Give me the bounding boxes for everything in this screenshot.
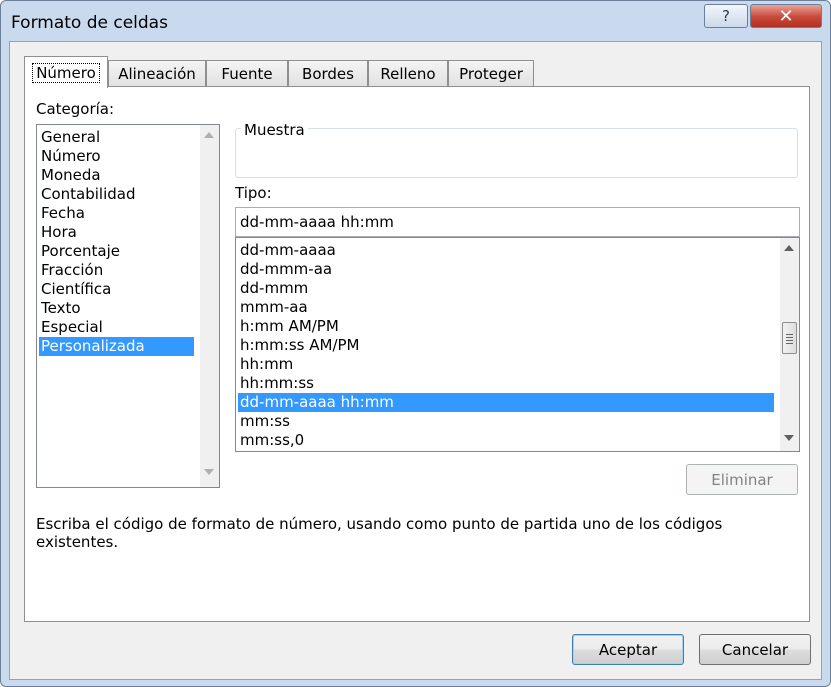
category-item[interactable]: Porcentaje: [41, 242, 120, 261]
category-label: Categoría:: [36, 100, 115, 118]
type-item[interactable]: mmm-aa: [240, 298, 308, 317]
category-item[interactable]: Texto: [41, 299, 81, 318]
type-listbox[interactable]: dd-mm-aaaa dd-mmm-aa dd-mmm mmm-aa h:mm …: [235, 237, 800, 452]
ok-button[interactable]: Aceptar: [572, 634, 684, 665]
tab-proteger[interactable]: Proteger: [448, 60, 534, 87]
tab-relleno[interactable]: Relleno: [368, 60, 448, 87]
scrollbar-thumb[interactable]: [782, 322, 797, 354]
format-cells-dialog: Formato de celdas ? ✕ Número Alineación …: [0, 0, 831, 687]
scroll-down-icon[interactable]: [784, 435, 794, 441]
close-button[interactable]: ✕: [750, 4, 822, 28]
category-item[interactable]: Contabilidad: [41, 185, 136, 204]
tab-label: Alineación: [118, 65, 196, 83]
tab-label: Relleno: [380, 65, 436, 83]
tab-label: Proteger: [459, 65, 523, 83]
type-item[interactable]: hh:mm:ss: [240, 374, 314, 393]
type-item[interactable]: mm:ss,0: [240, 431, 304, 450]
category-item[interactable]: Hora: [41, 223, 77, 242]
category-item-selected[interactable]: Personalizada: [39, 337, 194, 356]
category-listbox[interactable]: General Número Moneda Contabilidad Fecha…: [36, 124, 220, 488]
type-item[interactable]: mm:ss: [240, 412, 290, 431]
tab-label: Número: [32, 62, 100, 83]
tab-fuente[interactable]: Fuente: [206, 60, 288, 87]
tab-alineacion[interactable]: Alineación: [108, 60, 206, 87]
type-input[interactable]: dd-mm-aaaa hh:mm: [235, 207, 800, 237]
scroll-down-icon[interactable]: [204, 469, 214, 475]
thumb-grip-line: [786, 337, 793, 338]
category-item[interactable]: Moneda: [41, 166, 101, 185]
type-item[interactable]: dd-mmm: [240, 279, 308, 298]
tab-label: Fuente: [221, 65, 273, 83]
tab-panel-numero: Categoría: General Número Moneda Contabi…: [24, 86, 810, 622]
type-item[interactable]: dd-mmm-aa: [240, 260, 332, 279]
thumb-grip-line: [786, 334, 793, 335]
help-icon: ?: [722, 7, 730, 25]
scroll-up-icon[interactable]: [784, 245, 794, 251]
dialog-client-area: Número Alineación Fuente Bordes Relleno …: [9, 41, 822, 680]
category-item[interactable]: Científica: [41, 280, 111, 299]
close-icon: ✕: [778, 5, 794, 27]
tab-bordes[interactable]: Bordes: [288, 60, 368, 87]
sample-groupbox: [235, 128, 798, 178]
sample-label: Muestra: [241, 121, 308, 139]
category-item[interactable]: Fracción: [41, 261, 103, 280]
help-button[interactable]: ?: [704, 4, 748, 28]
category-item[interactable]: Especial: [41, 318, 103, 337]
title-bar[interactable]: Formato de celdas ? ✕: [1, 1, 830, 41]
type-item[interactable]: dd-mm-aaaa: [240, 241, 336, 260]
category-item[interactable]: Número: [41, 147, 101, 166]
tab-label: Bordes: [302, 65, 354, 83]
tab-numero[interactable]: Número: [24, 56, 108, 88]
type-label: Tipo:: [235, 184, 272, 202]
delete-button[interactable]: Eliminar: [686, 464, 798, 495]
category-item[interactable]: General: [41, 128, 100, 147]
format-description: Escriba el código de formato de número, …: [36, 515, 723, 551]
scroll-up-icon[interactable]: [204, 132, 214, 138]
type-item[interactable]: h:mm:ss AM/PM: [240, 336, 359, 355]
type-item-selected[interactable]: dd-mm-aaaa hh:mm: [238, 393, 774, 412]
cancel-button[interactable]: Cancelar: [699, 634, 811, 665]
category-item[interactable]: Fecha: [41, 204, 85, 223]
type-scrollbar[interactable]: [780, 238, 799, 451]
type-item[interactable]: h:mm AM/PM: [240, 317, 339, 336]
thumb-grip-line: [786, 343, 793, 344]
thumb-grip-line: [786, 340, 793, 341]
category-scrollbar[interactable]: [200, 125, 219, 487]
type-item[interactable]: hh:mm: [240, 355, 293, 374]
window-title: Formato de celdas: [11, 13, 168, 33]
